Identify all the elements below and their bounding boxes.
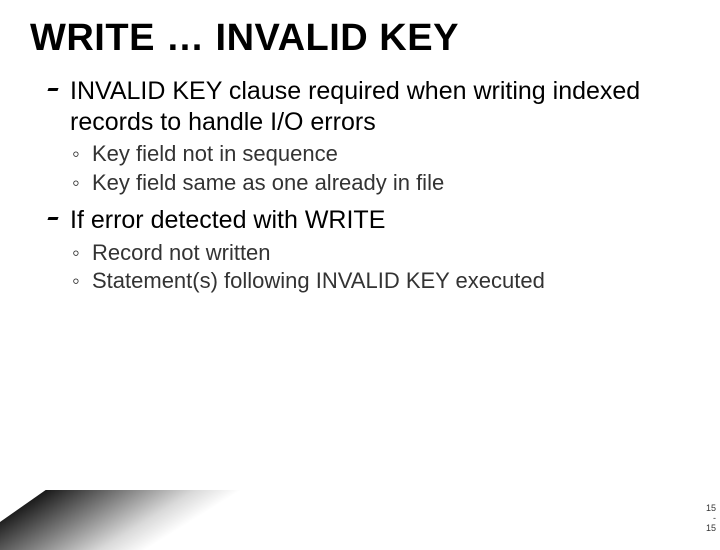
bullet-l2: Statement(s) following INVALID KEY execu…	[48, 267, 690, 296]
bullet-l2: Key field same as one already in file	[48, 169, 690, 198]
bullet-l2: Key field not in sequence	[48, 140, 690, 169]
page-number: 15 - 15	[706, 504, 716, 534]
bullet-l2: Record not written	[48, 239, 690, 268]
page-number-bot: 15	[706, 524, 716, 534]
bullet-l1: If error detected with WRITE	[48, 205, 690, 236]
bullet-group-2: If error detected with WRITE Record not …	[48, 205, 690, 295]
bullet-group-1: INVALID KEY clause required when writing…	[48, 76, 690, 198]
decorative-wedge	[0, 490, 266, 550]
slide-body: INVALID KEY clause required when writing…	[30, 76, 690, 296]
bullet-l1: INVALID KEY clause required when writing…	[48, 76, 690, 139]
slide-title: WRITE … INVALID KEY	[30, 18, 690, 60]
slide: WRITE … INVALID KEY INVALID KEY clause r…	[0, 0, 720, 296]
